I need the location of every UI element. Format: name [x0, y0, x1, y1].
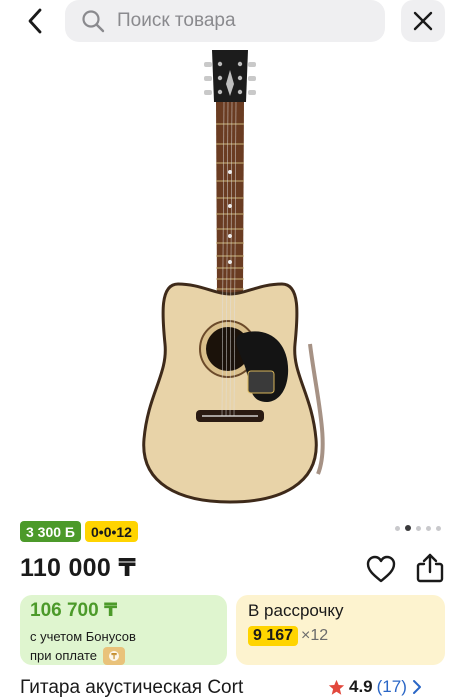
chevron-right-icon [412, 680, 421, 694]
share-button[interactable] [414, 552, 446, 584]
close-icon [413, 11, 433, 31]
image-carousel-dots[interactable] [395, 525, 441, 531]
favorite-button[interactable] [365, 554, 397, 584]
top-bar [0, 0, 465, 44]
installment-months: ×12 [301, 627, 329, 644]
bonus-note-line1: с учетом Бонусов [30, 629, 136, 644]
installment-label: В рассрочку [248, 601, 344, 620]
heart-icon [366, 555, 396, 583]
bonus-price-card[interactable]: 106 700 ₸ с учетом Бонусов при оплате ₸ [20, 595, 227, 665]
close-button[interactable] [401, 0, 445, 42]
svg-text:₸: ₸ [110, 652, 117, 661]
search-input[interactable] [117, 10, 357, 32]
installment-monthly-amount: 9 167 [248, 626, 299, 646]
share-icon [416, 553, 444, 583]
star-icon [328, 679, 345, 695]
back-arrow-icon [28, 8, 42, 34]
back-button[interactable] [18, 4, 52, 38]
product-price: 110 000 ₸ [20, 554, 137, 582]
bonus-note-line2: при оплате [30, 648, 97, 663]
carousel-dot[interactable] [395, 525, 400, 531]
promo-badges: 3 300 Б 0•0•12 [20, 521, 138, 542]
coin-icon: ₸ [102, 646, 125, 665]
installment-badge: 0•0•12 [85, 521, 138, 542]
search-box[interactable] [65, 0, 385, 42]
rating-summary[interactable]: 4.9 (17) [328, 677, 423, 697]
bonus-price-amount: 106 700 ₸ [30, 600, 118, 621]
review-count[interactable]: (17) [377, 677, 407, 697]
installment-card[interactable]: В рассрочку 9 167 ×12 [236, 595, 445, 665]
carousel-dot[interactable] [426, 525, 431, 531]
carousel-dot[interactable] [416, 525, 421, 531]
bonus-badge: 3 300 Б [20, 521, 81, 542]
product-image[interactable] [120, 44, 350, 514]
rating-value: 4.9 [349, 677, 373, 696]
search-icon [82, 10, 105, 33]
product-title: Гитара акустическая Cort [20, 677, 244, 698]
title-row: Гитара акустическая Cort 4.9 (17) [20, 677, 450, 699]
carousel-dot-active[interactable] [405, 525, 411, 531]
carousel-dot[interactable] [436, 525, 441, 531]
